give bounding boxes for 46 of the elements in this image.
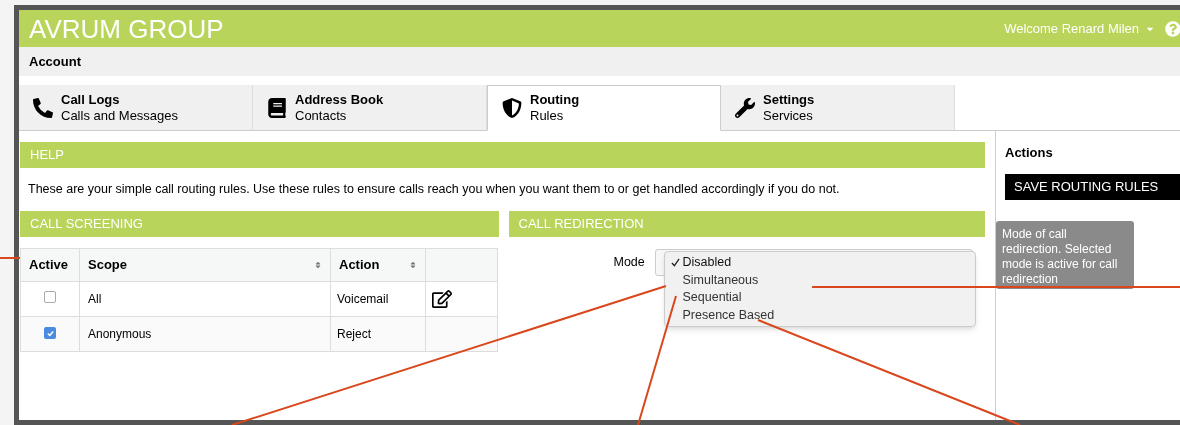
leader-line [0, 257, 21, 259]
tab-subtitle: Calls and Messages [61, 107, 179, 124]
checkbox[interactable] [44, 290, 56, 303]
edit-icon[interactable] [432, 289, 452, 308]
nav-tab[interactable]: Routing Rules [487, 85, 721, 131]
dropdown-option[interactable]: Simultaneous [664, 271, 975, 289]
dropdown-option[interactable]: Presence Based [664, 306, 975, 324]
shield-icon [502, 98, 522, 118]
column-header: Active [20, 248, 80, 282]
check-icon [45, 328, 55, 338]
table-cell: Reject [330, 316, 426, 352]
save-routing-rules-button[interactable]: SAVE ROUTING RULES [1005, 173, 1180, 200]
account-label: Account [29, 52, 81, 71]
section-header: CALL SCREENING [20, 210, 499, 237]
tooltip: Mode of call redirection. Selected mode is active for call redirection [996, 221, 1134, 289]
sort-icon [409, 260, 417, 269]
nav-tab[interactable]: Settings Services [721, 85, 955, 130]
section-header: HELP [20, 142, 985, 168]
nav-tab[interactable]: Call Logs Calls and Messages [19, 85, 253, 130]
tab-title: Settings [763, 91, 815, 108]
table-cell: All [79, 281, 331, 317]
help-icon[interactable] [1165, 20, 1180, 37]
tab-subtitle: Rules [530, 108, 565, 124]
column-header[interactable]: Action [330, 248, 426, 282]
nav-tab[interactable]: Address Book Contacts [253, 85, 487, 130]
sort-icon [314, 260, 322, 269]
table-cell: Anonymous [79, 316, 331, 352]
checkbox[interactable] [44, 327, 56, 340]
phone-icon [33, 97, 53, 118]
book-icon [267, 97, 287, 118]
tab-title: Routing [530, 92, 580, 108]
check-icon [670, 258, 680, 267]
table-cell: Voicemail [330, 281, 426, 317]
tab-title: Address Book [295, 91, 384, 108]
tab-subtitle: Contacts [295, 107, 348, 124]
brand-title: AVRUM GROUP [29, 15, 224, 42]
wrench-icon [735, 97, 755, 118]
tab-subtitle: Services [763, 107, 814, 124]
section-header: CALL REDIRECTION [508, 210, 985, 237]
column-header[interactable]: Scope [79, 248, 331, 282]
actions-heading: Actions [1005, 144, 1054, 162]
dropdown-option[interactable]: Sequential [664, 288, 975, 307]
dropdown-option[interactable]: Disabled [664, 253, 975, 272]
help-text: These are your simple call routing rules. Use these rules to ensure calls reach you when you want them to or get handled accordingly if you do not. [27, 181, 841, 198]
tab-title: Call Logs [61, 91, 121, 108]
mode-label: Mode [613, 253, 645, 271]
